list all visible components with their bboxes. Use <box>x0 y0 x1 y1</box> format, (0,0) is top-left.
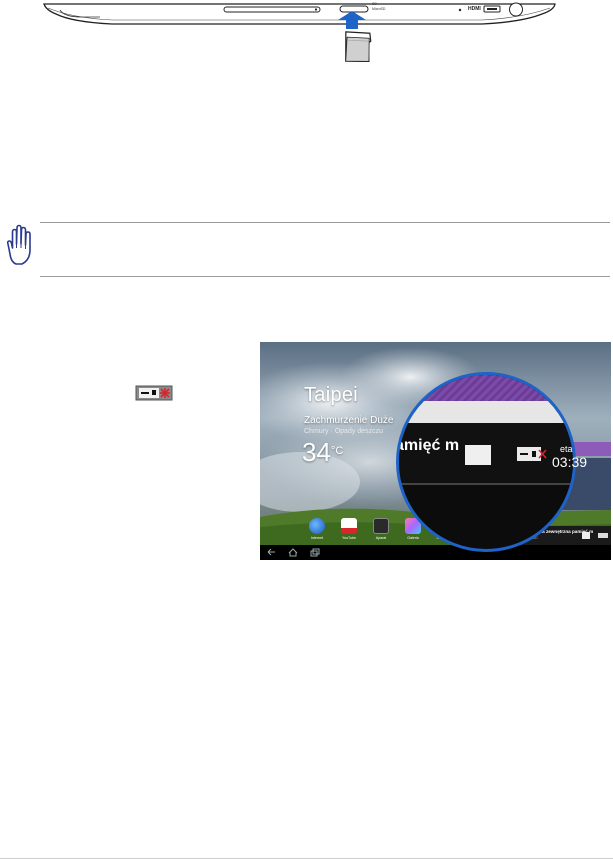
home-icon[interactable] <box>288 548 298 557</box>
globe-icon <box>309 518 325 534</box>
clock-widget: 03:39 <box>552 454 588 470</box>
app-youtube[interactable]: YouTube <box>336 518 362 540</box>
app-camera[interactable]: Aparat <box>368 518 394 540</box>
status-bar <box>260 342 611 356</box>
system-navbar <box>260 545 611 560</box>
hdmi-label: HDMI <box>468 6 481 12</box>
app-label: YouTube <box>341 536 357 540</box>
zoomed-light-band <box>399 401 573 423</box>
app-label: Aparat <box>375 536 387 540</box>
caution-bottom-rule <box>40 276 610 277</box>
app-internet[interactable]: Internet <box>304 518 330 540</box>
tablet-home-screenshot: Taipei Zachmurzenie Duże Chmury · Opady … <box>260 342 611 560</box>
temperature-value: 34 <box>302 437 331 467</box>
camera-icon <box>373 518 389 534</box>
page-footer-rule <box>0 858 613 859</box>
widget-partial-label: eta <box>560 444 573 454</box>
youtube-icon <box>341 518 357 534</box>
temperature-unit: °C <box>330 445 344 457</box>
folder-icon <box>465 445 491 465</box>
zoom-magnifier: amięć m <box>396 372 576 552</box>
zoomed-notification-text: amięć m <box>396 437 460 454</box>
caution-hand-icon <box>2 222 34 268</box>
unmount-indicator-icon <box>135 384 175 402</box>
app-label: Internet <box>310 536 324 540</box>
zoomed-divider <box>399 483 573 485</box>
tablet-side-profile: SD MicroSD HDMI <box>42 0 557 28</box>
weather-detail: Chmury · Opady deszczu <box>304 428 383 435</box>
weather-temperature: 34°C <box>302 437 343 468</box>
weather-condition: Zachmurzenie Duże <box>304 415 394 426</box>
back-icon[interactable] <box>266 548 276 557</box>
folder-icon <box>582 532 590 539</box>
zoomed-widget-strip <box>399 375 573 401</box>
app-label: Galeria <box>407 536 419 540</box>
unmount-indicator-icon <box>517 447 547 461</box>
microsd-insert-illustration <box>330 6 390 68</box>
unmount-indicator-icon[interactable] <box>598 533 608 538</box>
weather-city: Taipei <box>304 384 359 406</box>
caution-top-rule <box>40 222 610 223</box>
recent-apps-icon[interactable] <box>310 548 320 557</box>
